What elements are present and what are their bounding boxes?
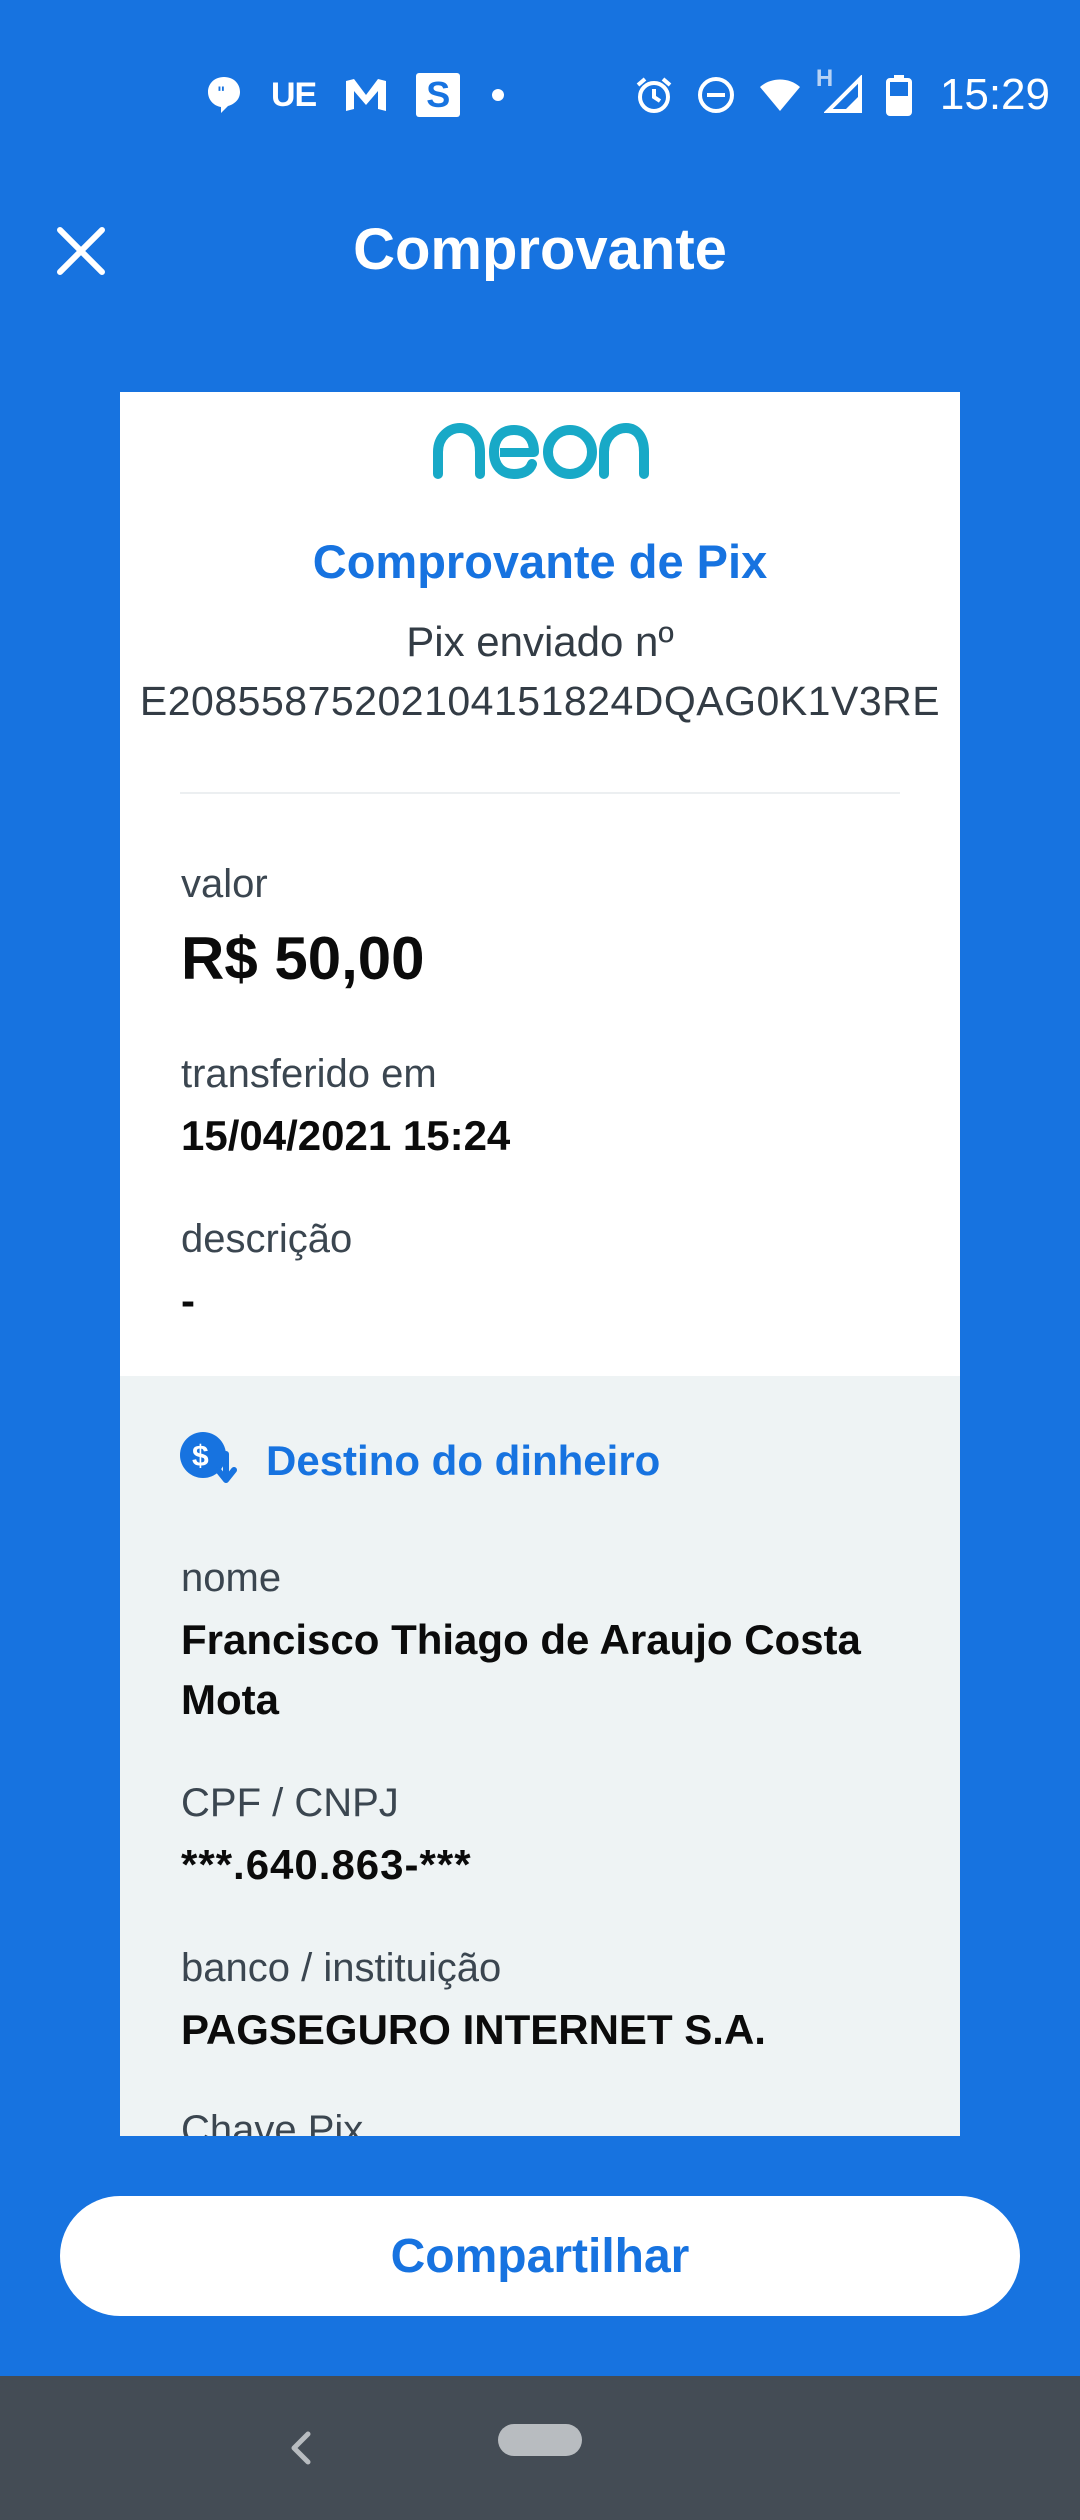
s-badge-icon: S: [416, 73, 461, 117]
destination-header: $ Destino do dinheiro: [178, 1430, 660, 1491]
network-type-text: H: [815, 65, 834, 92]
signal-icon: H: [816, 65, 864, 115]
neon-logo: [120, 422, 960, 482]
amount-label: valor: [181, 862, 268, 906]
receipt-card[interactable]: Comprovante de Pix Pix enviado nº E20855…: [120, 392, 960, 2136]
destination-title: Destino do dinheiro: [266, 1436, 661, 1484]
cpf-cnpj-label: CPF / CNPJ: [181, 1781, 399, 1825]
description-label: descrição: [181, 1217, 353, 1261]
share-button[interactable]: Compartilhar: [60, 2196, 1020, 2316]
alarm-icon: [634, 75, 674, 115]
pix-transaction-id: E20855875202104151824DQAG0K1V3RE: [139, 678, 941, 724]
name-label: nome: [181, 1556, 282, 1600]
dnd-icon: [696, 75, 736, 115]
pix-sent-label: Pix enviado nº: [406, 618, 674, 665]
battery-icon: [885, 74, 912, 116]
home-button[interactable]: [498, 2424, 582, 2456]
svg-text:": ": [217, 83, 225, 102]
money-destination-icon: $: [178, 1430, 240, 1491]
amount-value: R$ 50,00: [181, 925, 425, 992]
svg-text:$: $: [192, 1440, 209, 1473]
bank-value: PAGSEGURO INTERNET S.A.: [181, 2006, 766, 2053]
status-bar: " UE S H 15:29: [0, 0, 1080, 190]
description-value: -: [181, 1277, 195, 1324]
wifi-icon: [758, 77, 802, 113]
status-bar-left: " UE S: [205, 70, 508, 120]
carrier-text: UE: [271, 75, 317, 114]
transfer-date-label: transferido em: [181, 1052, 437, 1096]
status-bar-right: H 15:29: [634, 65, 1050, 120]
clock-time: 15:29: [939, 70, 1050, 119]
destination-section: $ Destino do dinheiro nome Francisco Thi…: [120, 1376, 960, 2136]
transfer-date-value: 15/04/2021 15:24: [181, 1112, 511, 1159]
cpf-cnpj-value: ***.640.863-***: [181, 1841, 472, 1888]
message-icon: ": [205, 75, 243, 115]
pix-key-label: Chave Pix: [181, 2108, 364, 2136]
back-icon: [291, 2431, 311, 2465]
name-value-line1: Francisco Thiago de Araujo Costa: [181, 1616, 861, 1663]
divider: [180, 792, 900, 794]
m-icon: [344, 77, 388, 113]
dot-icon: [488, 85, 508, 105]
back-button[interactable]: [280, 2422, 320, 2474]
receipt-title: Comprovante de Pix: [312, 535, 768, 588]
page-title: Comprovante: [353, 217, 727, 282]
app-header: Comprovante: [0, 190, 1080, 310]
name-value-line2: Mota: [181, 1676, 279, 1723]
system-nav-bar: [0, 2376, 1080, 2520]
bank-label: banco / instituição: [181, 1946, 502, 1990]
